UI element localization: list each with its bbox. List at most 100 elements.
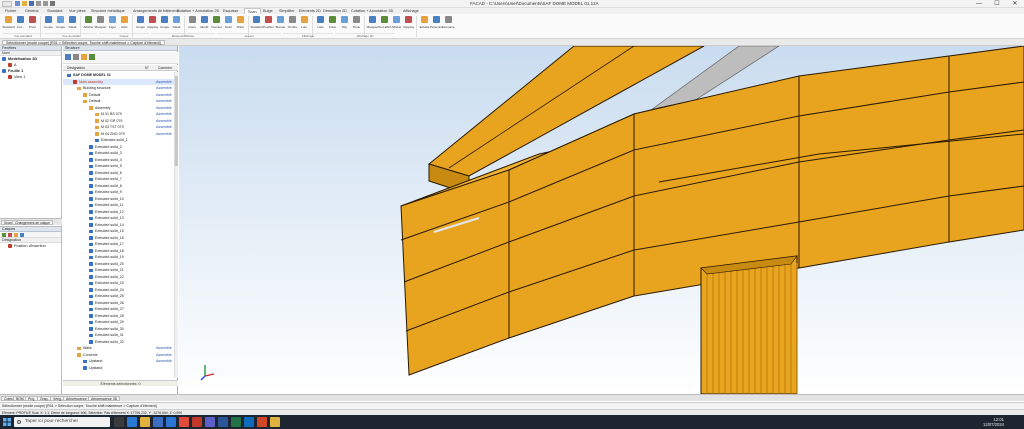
facad-icon[interactable]: [192, 417, 202, 427]
document-tab[interactable]: Sélectionner (mode coupe) [R01 > Sélecti…: [2, 40, 165, 45]
tree-row[interactable]: Extruded solid_18: [63, 248, 178, 254]
tree-row[interactable]: M 03 TST 079 Assemblé: [63, 124, 178, 130]
ribbon-button-0[interactable]: Standard: [2, 15, 15, 32]
undo-icon[interactable]: [36, 1, 41, 6]
tree-row[interactable]: Extruded solid_12: [63, 209, 178, 215]
tree-row[interactable]: Concrete Assemblé: [63, 352, 178, 358]
ribbon-button-30[interactable]: Afficher: [391, 15, 402, 32]
tree-row[interactable]: Extruded solid_10: [63, 196, 178, 202]
close-button[interactable]: ✕: [1006, 0, 1024, 8]
tree-row[interactable]: Extruded solid_1: [63, 137, 178, 143]
tree-row[interactable]: Extruded solid_20: [63, 261, 178, 267]
add-layer-icon[interactable]: [2, 233, 6, 237]
tree-row[interactable]: Walls Assemblé: [63, 345, 178, 351]
tree-row[interactable]: Assembly Assemblé: [63, 105, 178, 111]
tree-scrollbar[interactable]: [174, 72, 178, 378]
tree-row[interactable]: Extruded solid_22: [63, 274, 178, 280]
tree-row[interactable]: Extruded solid_21: [63, 267, 178, 273]
ribbon-button-5[interactable]: Détail: [67, 15, 78, 32]
ribbon-button-7[interactable]: Masquer: [95, 15, 106, 32]
ribbon-button-12[interactable]: Coupe: [159, 15, 170, 32]
redo-icon[interactable]: [43, 1, 48, 6]
tree-row[interactable]: Extruded solid_28: [63, 313, 178, 319]
tree-row[interactable]: Extruded solid_16: [63, 235, 178, 241]
maximize-button[interactable]: ☐: [988, 0, 1006, 8]
tree-row[interactable]: Extruded solid_27: [63, 306, 178, 312]
teams-icon[interactable]: [205, 417, 215, 427]
tree-row[interactable]: Extruded solid_13: [63, 215, 178, 221]
new-icon[interactable]: [15, 1, 20, 6]
ribbon-button-28[interactable]: Masquer: [367, 15, 378, 32]
ribbon-button-21[interactable]: Bureau: [275, 15, 286, 32]
window-item[interactable]: View 1: [0, 74, 61, 80]
ribbon-button-10[interactable]: Coupe: [135, 15, 146, 32]
3d-viewport[interactable]: [179, 46, 1024, 394]
taskbar-clock[interactable]: 12:01 12/07/2024: [983, 417, 1004, 427]
ribbon-button-24[interactable]: Liste: [315, 15, 326, 32]
ribbon-button-1[interactable]: A la...: [15, 15, 26, 32]
col-designation[interactable]: Désignation: [67, 66, 85, 70]
tree-row[interactable]: M 01 BS 079 Assemblé: [63, 111, 178, 117]
outlook-icon[interactable]: [244, 417, 254, 427]
tree-row[interactable]: Upstand Assemblé: [63, 358, 178, 364]
print-icon[interactable]: [50, 1, 55, 6]
ribbon-button-11[interactable]: Clipping: [147, 15, 158, 32]
tree-row[interactable]: SAF DOME MODEL 01: [63, 72, 178, 78]
command-line[interactable]: Sélectionner (mode coupe) [R01 > Sélecti…: [0, 402, 1024, 409]
ribbon-button-15[interactable]: Identif.: [199, 15, 210, 32]
tree-row[interactable]: M 04 ZNO 079 Assemblé: [63, 131, 178, 137]
word-icon[interactable]: [218, 417, 228, 427]
tree-row[interactable]: Extruded solid_25: [63, 293, 178, 299]
ribbon-button-27[interactable]: Texte: [351, 15, 362, 32]
open-icon[interactable]: [22, 1, 27, 6]
layer-item[interactable]: Position d'insertion: [0, 243, 61, 249]
ribbon-button-26[interactable]: Obj.: [339, 15, 350, 32]
edge-icon[interactable]: [127, 417, 137, 427]
bottom-tab-6[interactable]: Arborescence 3D: [88, 396, 121, 401]
windows-start-icon[interactable]: [3, 418, 11, 426]
tree-row[interactable]: Extruded solid_30: [63, 326, 178, 332]
explorer-icon[interactable]: [140, 417, 150, 427]
ribbon-button-19[interactable]: Standard: [250, 15, 263, 32]
ribbon-button-18[interactable]: Filtrer: [235, 15, 246, 32]
tree-row[interactable]: Extruded solid_11: [63, 202, 178, 208]
ribbon-button-6[interactable]: Afficher: [83, 15, 94, 32]
folder-icon[interactable]: [270, 417, 280, 427]
ribbon-button-8[interactable]: Figer: [107, 15, 118, 32]
ribbon-button-33[interactable]: Personnal.: [430, 15, 443, 32]
tree-row[interactable]: Upstand: [63, 365, 178, 371]
pdf-icon[interactable]: [257, 417, 267, 427]
tree-row[interactable]: Default Assemblé: [63, 92, 178, 98]
tree-row[interactable]: Extruded solid_15: [63, 228, 178, 234]
tree-row[interactable]: Extruded solid_14: [63, 222, 178, 228]
save-icon[interactable]: [29, 1, 34, 6]
ribbon-button-23[interactable]: Lum.: [299, 15, 310, 32]
tree-row[interactable]: Extruded solid_19: [63, 254, 178, 260]
ribbon-button-14[interactable]: Interv.: [187, 15, 198, 32]
collapse-all-icon[interactable]: [73, 54, 79, 60]
tree-row[interactable]: Extruded solid_3: [63, 150, 178, 156]
layer-settings-icon[interactable]: [14, 233, 18, 237]
main-beam-face-4[interactable]: [948, 46, 1024, 243]
ribbon-button-31[interactable]: Clipping: [403, 15, 414, 32]
ribbon-button-25[interactable]: Créer: [327, 15, 338, 32]
tree-row[interactable]: Extruded solid_2: [63, 144, 178, 150]
col-number[interactable]: N°: [145, 66, 149, 70]
ribbon-button-13[interactable]: Détail: [171, 15, 182, 32]
tree-row[interactable]: Extruded solid_32: [63, 339, 178, 345]
3d-model-view[interactable]: [179, 46, 1024, 394]
ribbon-button-29[interactable]: Tout afficher: [378, 15, 391, 32]
tree-row[interactable]: Extruded solid_26: [63, 300, 178, 306]
main-beam-face-3[interactable]: [798, 55, 950, 269]
task-view-icon[interactable]: [114, 417, 124, 427]
tree-row[interactable]: Extruded solid_24: [63, 287, 178, 293]
chrome-icon[interactable]: [179, 417, 189, 427]
tree-row[interactable]: Extruded solid_8: [63, 183, 178, 189]
mail-icon[interactable]: [166, 417, 176, 427]
tree-row[interactable]: Extruded solid_6: [63, 170, 178, 176]
ribbon-button-16[interactable]: Inverser: [211, 15, 222, 32]
tree-row[interactable]: Extruded solid_9: [63, 189, 178, 195]
excel-icon[interactable]: [231, 417, 241, 427]
tree-row[interactable]: Extruded solid_5: [63, 163, 178, 169]
ribbon-button-4[interactable]: Coupe: [55, 15, 66, 32]
